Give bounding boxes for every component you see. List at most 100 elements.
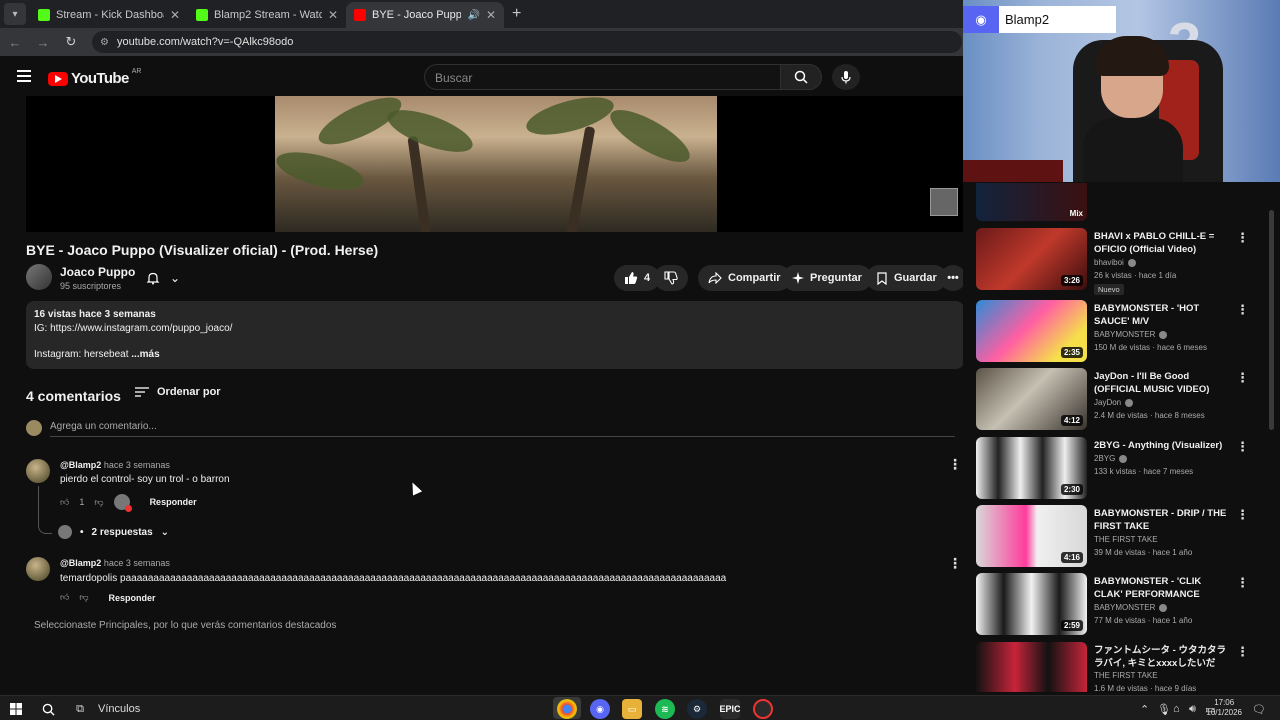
- file-explorer-icon[interactable]: ▭: [622, 699, 642, 719]
- microphone-icon: [841, 71, 851, 84]
- url-field[interactable]: ⚙ youtube.com/watch?v=-QAlkc98odo: [92, 31, 962, 53]
- video-player[interactable]: [26, 96, 964, 232]
- youtube-play-icon: [48, 71, 68, 86]
- chevron-up-icon[interactable]: ⌃: [1140, 700, 1149, 718]
- reply-button[interactable]: Responder: [150, 497, 197, 507]
- windows-start-icon[interactable]: [8, 700, 24, 718]
- suggestion-item[interactable]: 2:35 BABYMONSTER - 'HOT SAUCE' M/V BABYM…: [976, 300, 1266, 362]
- suggestion-menu-icon[interactable]: ⋮: [1236, 302, 1249, 318]
- close-tab-icon[interactable]: ✕: [328, 8, 338, 22]
- volume-icon[interactable]: 🔊︎: [1189, 700, 1196, 718]
- comment-text: pierdo el control- soy un trol - o barro…: [60, 474, 230, 485]
- miniplayer-preview: [930, 188, 958, 216]
- close-tab-icon[interactable]: ✕: [170, 8, 180, 22]
- comment-menu-icon[interactable]: ⋮: [948, 456, 962, 473]
- suggestion-thumbnail[interactable]: 4:12: [976, 368, 1087, 430]
- back-icon[interactable]: ←: [8, 35, 22, 50]
- suggestion-menu-icon[interactable]: ⋮: [1236, 644, 1249, 660]
- ask-button[interactable]: Preguntar: [782, 265, 872, 291]
- suggestion-thumbnail[interactable]: 3:26: [976, 228, 1087, 290]
- reload-icon[interactable]: ↻: [64, 34, 78, 50]
- kick-icon: [196, 9, 208, 21]
- suggestion-item[interactable]: 3:26 BHAVI x PABLO CHILL-E = OFICIO (Off…: [976, 228, 1266, 295]
- search-icon[interactable]: [40, 700, 56, 718]
- suggestion-thumbnail[interactable]: 2:30: [976, 437, 1087, 499]
- mic-tray-icon[interactable]: 🎙︎: [1157, 700, 1171, 718]
- commenter-avatar[interactable]: [26, 459, 50, 483]
- comment-like-icon[interactable]: 👍︎: [60, 497, 69, 508]
- epic-games-icon[interactable]: EPIC: [720, 699, 741, 719]
- comment-like-icon[interactable]: 👍︎: [60, 592, 69, 603]
- search-input[interactable]: Buscar: [424, 64, 781, 90]
- notification-bell-button[interactable]: ⌄: [137, 265, 189, 291]
- close-tab-icon[interactable]: ✕: [486, 8, 496, 22]
- comment-dislike-icon[interactable]: 👎︎: [94, 497, 103, 508]
- video-views-date: 16 vistas hace 3 semanas: [34, 309, 156, 320]
- show-replies-button[interactable]: • 2 respuestas ⌄: [58, 525, 169, 539]
- mix-suggestion[interactable]: Mix: [976, 183, 1087, 221]
- links-toolbar[interactable]: Vínculos: [98, 700, 140, 718]
- commenter-avatar[interactable]: [26, 557, 50, 581]
- verified-icon: [1127, 258, 1136, 267]
- site-info-icon[interactable]: ⚙: [100, 37, 109, 48]
- voice-search-button[interactable]: [832, 64, 860, 90]
- save-button[interactable]: Guardar: [866, 265, 947, 291]
- channel-name[interactable]: Joaco Puppo: [60, 265, 135, 279]
- sort-note: Seleccionaste Principales, por lo que ve…: [34, 620, 337, 631]
- suggestion-item[interactable]: 4:16 BABYMONSTER - DRIP / THE FIRST TAKE…: [976, 505, 1266, 567]
- discord-icon: ◉: [963, 6, 999, 33]
- new-tab-button[interactable]: +: [512, 5, 521, 23]
- share-button[interactable]: Compartir: [698, 265, 791, 291]
- suggestion-menu-icon[interactable]: ⋮: [1236, 370, 1249, 386]
- suggestion-menu-icon[interactable]: ⋮: [1236, 507, 1249, 523]
- tab-search-button[interactable]: ▾: [4, 3, 26, 25]
- add-comment-input[interactable]: Agrega un comentario...: [50, 421, 955, 437]
- suggestion-thumbnail[interactable]: 2:59: [976, 573, 1087, 635]
- bookmark-icon: [877, 271, 887, 285]
- taskbar-clock[interactable]: 17:06 10/1/2026: [1206, 698, 1242, 718]
- suggestion-thumbnail[interactable]: 2:35: [976, 300, 1087, 362]
- scrollbar[interactable]: [1269, 210, 1274, 430]
- comment-dislike-icon[interactable]: 👎︎: [79, 592, 88, 603]
- suggestion-thumbnail[interactable]: [976, 642, 1087, 692]
- notification-icon[interactable]: 🗨︎: [1252, 700, 1266, 718]
- chrome-icon[interactable]: [557, 699, 577, 719]
- address-bar-row: ← → ↻ ⚙ youtube.com/watch?v=-QAlkc98odo: [0, 28, 963, 56]
- speaker-icon[interactable]: 🔊: [467, 10, 479, 21]
- youtube-logo[interactable]: YouTube AR: [48, 68, 141, 87]
- suggestion-menu-icon[interactable]: ⋮: [1236, 439, 1249, 455]
- suggestion-item[interactable]: ファントムシータ - ウタカタララバイ, キミとxxxxしたいだけ… THE F…: [976, 642, 1266, 692]
- steam-icon[interactable]: ⚙: [687, 699, 707, 719]
- suggestion-item[interactable]: 2:59 BABYMONSTER - 'CLIK CLAK' PERFORMAN…: [976, 573, 1266, 635]
- show-more-link[interactable]: ...más: [131, 349, 159, 360]
- comment-header: @Blamp2 hace 3 semanas: [60, 558, 170, 568]
- description-box[interactable]: 16 vistas hace 3 semanas IG: https://www…: [26, 301, 964, 369]
- tab-youtube-bye[interactable]: BYE - Joaco Puppo (Visualiz 🔊 ✕: [346, 2, 504, 28]
- thread-connector: [38, 486, 52, 534]
- obs-icon[interactable]: [753, 699, 773, 719]
- task-view-icon[interactable]: ⧉: [72, 700, 88, 718]
- youtube-icon: [354, 9, 366, 21]
- dislike-button[interactable]: [654, 265, 688, 291]
- forward-icon[interactable]: →: [36, 35, 50, 50]
- browser-tab-strip: ▾ Stream - Kick Dashboard ✕ Blamp2 Strea…: [0, 0, 963, 28]
- sort-comments-button[interactable]: Ordenar por: [135, 386, 221, 398]
- search-button[interactable]: [780, 64, 822, 90]
- mouse-cursor: [407, 480, 423, 496]
- tab-blamp2-stream[interactable]: Blamp2 Stream - Watch Live on ✕: [188, 2, 346, 28]
- menu-icon[interactable]: [17, 70, 31, 85]
- tab-kick-dashboard[interactable]: Stream - Kick Dashboard ✕: [30, 2, 188, 28]
- dot-icon: •: [80, 526, 84, 538]
- suggestion-menu-icon[interactable]: ⋮: [1236, 575, 1249, 591]
- suggestion-item[interactable]: 4:12 JayDon - I'll Be Good (OFFICIAL MUS…: [976, 368, 1266, 430]
- comment-menu-icon[interactable]: ⋮: [948, 555, 962, 572]
- discord-icon[interactable]: ◉: [590, 699, 610, 719]
- suggestion-item[interactable]: 2:30 2BYG - Anything (Visualizer) 2BYG 1…: [976, 437, 1266, 499]
- channel-avatar[interactable]: [26, 264, 52, 290]
- windows-taskbar: ⧉ Vínculos ◉ ▭ ≋ ⚙ EPIC ⌃ 🎙︎ ⌂ 🔊︎ ▭ 17:0…: [0, 695, 1280, 720]
- suggestion-thumbnail[interactable]: 4:16: [976, 505, 1087, 567]
- spotify-icon[interactable]: ≋: [655, 699, 675, 719]
- reply-button[interactable]: Responder: [109, 593, 156, 603]
- suggestion-menu-icon[interactable]: ⋮: [1236, 230, 1249, 246]
- network-icon[interactable]: ⌂: [1173, 700, 1180, 718]
